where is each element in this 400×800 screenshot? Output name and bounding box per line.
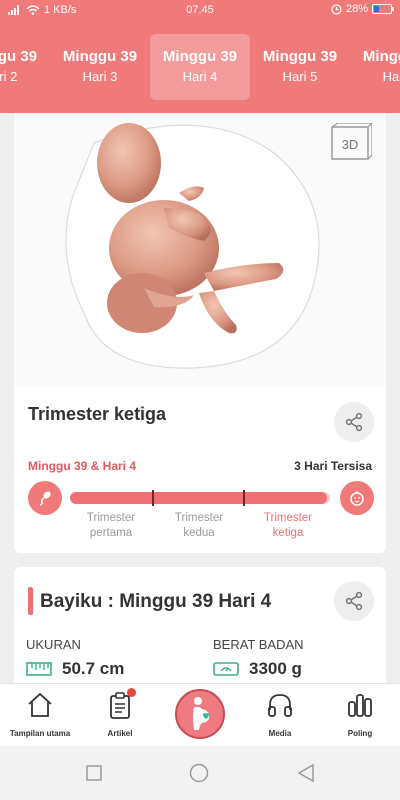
nav-home-label: Tampilan utama (9, 729, 71, 738)
status-right: 28% (331, 3, 394, 15)
nav-poll-label: Poling (347, 729, 373, 738)
trimester-second-line1: Trimester (174, 512, 224, 524)
home-circle-icon[interactable] (189, 763, 209, 783)
weight-label: BERAT BADAN (213, 637, 304, 652)
pregnancy-progress-bar (70, 492, 330, 504)
view-3d-icon[interactable]: 3D (328, 123, 372, 163)
day-tab-day: Hari 4 (182, 69, 218, 84)
days-remaining: 3 Hari Tersisa (294, 459, 372, 473)
home-icon (28, 692, 52, 717)
trimester-third-line2: ketiga (272, 527, 304, 539)
share-icon (345, 412, 363, 432)
trimester-first: Trimester pertama (66, 511, 156, 541)
baby-card: Bayiku : Minggu 39 Hari 4 UKURAN 50.7 cm… (14, 567, 386, 697)
poll-chart-icon (348, 694, 372, 717)
share-button[interactable] (334, 581, 374, 621)
day-tab-week: Minggu 39 (262, 48, 338, 65)
day-tab-week: Minggu 39 (0, 48, 38, 65)
day-tab-2[interactable]: Minggu 39 Hari 2 (0, 34, 50, 100)
nav-article[interactable]: Artikel (80, 684, 160, 747)
day-tab-week: Minggu 39 (362, 48, 400, 65)
battery-percent: 28% (345, 3, 368, 15)
size-label: UKURAN (26, 637, 81, 652)
nav-media-label: Media (268, 729, 292, 738)
day-tab-week: Minggu 39 (62, 48, 138, 65)
nav-poll[interactable]: Poling (320, 684, 400, 747)
fetus-3d-view[interactable]: 3D (14, 113, 386, 386)
view-3d-label: 3D (342, 137, 359, 152)
day-tab-week: Minggu 39 (162, 48, 238, 65)
share-button[interactable] (334, 402, 374, 442)
nav-home[interactable]: Tampilan utama (0, 684, 80, 747)
share-icon (345, 591, 363, 611)
trimester-first-line2: pertama (89, 527, 133, 539)
trimester-second: Trimester kedua (154, 511, 244, 541)
status-bar: 1 KB/s 07.45 28% (0, 0, 400, 22)
trimester-second-line2: kedua (183, 527, 215, 539)
baby-face-icon (340, 481, 374, 515)
day-tab-day: Hari 6 (382, 69, 400, 84)
trimester-title: Trimester ketiga (28, 404, 167, 424)
alarm-icon (331, 3, 342, 15)
accent-bar (28, 587, 33, 615)
weight-value: 3300 g (249, 659, 302, 678)
battery-icon (372, 4, 394, 14)
trimester-first-line1: Trimester (86, 512, 136, 524)
battery-fill (374, 6, 380, 12)
back-icon[interactable] (297, 764, 315, 782)
nav-media[interactable]: Media (240, 684, 320, 747)
day-tab-3[interactable]: Minggu 39 Hari 3 (50, 34, 150, 100)
sperm-icon (28, 481, 62, 515)
system-nav-bar (0, 746, 400, 800)
scale-icon (213, 662, 239, 676)
baby-card-title: Bayiku : Minggu 39 Hari 4 (40, 591, 272, 612)
day-tab-day: Hari 3 (82, 69, 118, 84)
trimester-divider (152, 490, 154, 506)
notification-dot (127, 688, 136, 697)
day-tabs: Minggu 39 Hari 2 Minggu 39 Hari 3 Minggu… (0, 22, 400, 113)
pregnant-woman-icon (193, 697, 210, 730)
size-value: 50.7 cm (62, 659, 125, 678)
ruler-icon (26, 662, 52, 676)
recent-apps-icon[interactable] (86, 765, 102, 781)
day-tab-day: Hari 2 (0, 69, 18, 84)
day-tab-5[interactable]: Minggu 39 Hari 5 (250, 34, 350, 100)
pregnancy-card: 3D Trimester ketiga Minggu 39 & Hari 4 3… (14, 113, 386, 553)
day-tab-6[interactable]: Minggu 39 Hari 6 (350, 34, 400, 100)
nav-article-label: Artikel (107, 729, 133, 738)
day-tab-4[interactable]: Minggu 39 Hari 4 (150, 34, 250, 100)
headphones-icon (268, 694, 292, 717)
progress-fill (70, 492, 328, 504)
pregnancy-center-button[interactable] (175, 689, 225, 739)
day-tab-day: Hari 5 (282, 69, 318, 84)
trimester-third-line1: Trimester (263, 512, 313, 524)
progress-label: Minggu 39 & Hari 4 (28, 459, 137, 473)
trimester-third: Trimester ketiga (243, 511, 333, 541)
trimester-divider (243, 490, 245, 506)
